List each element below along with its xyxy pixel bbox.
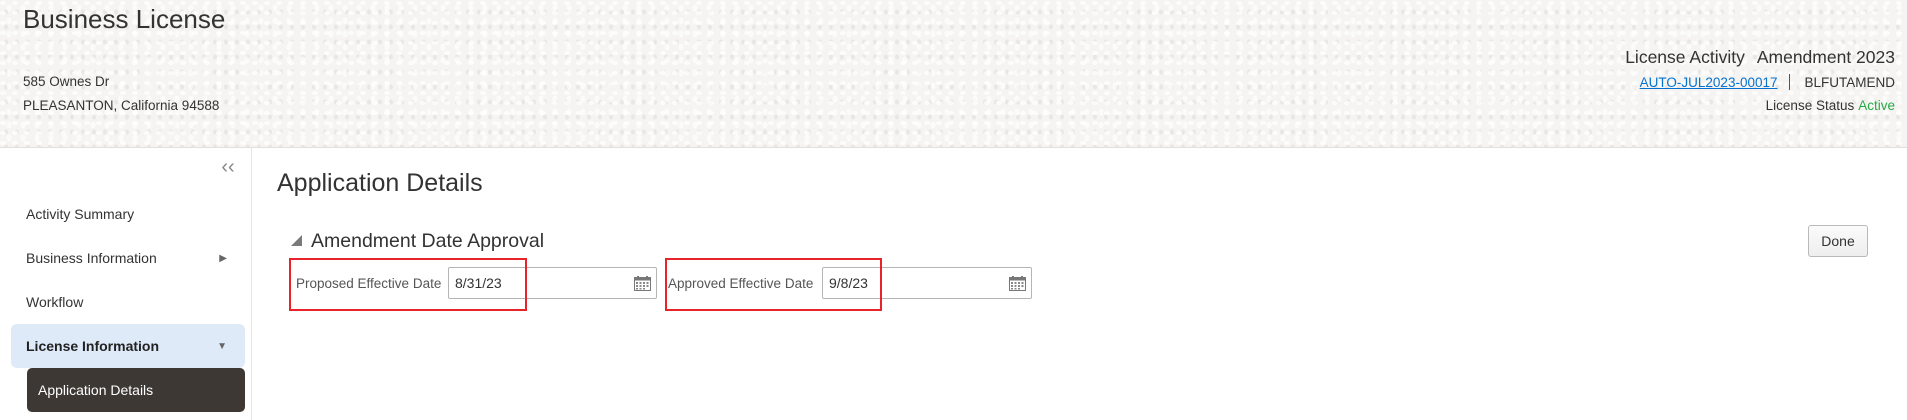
- double-chevron-left-icon[interactable]: ‹‹: [218, 157, 238, 178]
- sidebar-item-business-information[interactable]: Business Information ▶: [11, 236, 245, 280]
- calendar-icon[interactable]: [1009, 276, 1026, 291]
- app-title: Business License: [23, 4, 226, 34]
- highlight-box-approved-date: [665, 258, 882, 311]
- sidebar-item-label: Activity Summary: [26, 206, 135, 222]
- divider: [1789, 74, 1791, 90]
- section-title[interactable]: Amendment Date Approval: [311, 230, 544, 253]
- activity-type: Amendment 2023: [1756, 47, 1895, 67]
- sidebar-item-license-information[interactable]: License Information ▼: [11, 324, 245, 368]
- sidebar-item-label: License Information: [26, 338, 160, 354]
- license-activity: License Activity Amendment 2023: [1625, 47, 1895, 68]
- sidebar-item-workflow[interactable]: Workflow: [11, 280, 245, 324]
- license-status: License Status Active: [1766, 98, 1895, 113]
- address-line-2: PLEASANTON, California 94588: [23, 98, 220, 113]
- sidebar-item-label: Business Information: [26, 250, 157, 266]
- sidebar-item-application-details[interactable]: Application Details: [27, 368, 245, 412]
- page-title: Application Details: [277, 169, 483, 197]
- chevron-down-icon: ▼: [217, 340, 227, 352]
- collapse-triangle-icon[interactable]: [291, 235, 302, 246]
- chevron-right-icon: ▶: [219, 252, 227, 264]
- sidebar-item-activity-summary[interactable]: Activity Summary: [11, 192, 245, 236]
- calendar-icon[interactable]: [634, 276, 651, 291]
- address-line-1: 585 Ownes Dr: [23, 74, 110, 89]
- sidebar-item-label: Workflow: [26, 294, 84, 310]
- sidebar-item-label: Application Details: [38, 382, 154, 398]
- reference-number-link[interactable]: AUTO-JUL2023-00017: [1640, 75, 1778, 90]
- done-button[interactable]: Done: [1808, 225, 1868, 257]
- sidebar-nav: ‹‹ Activity Summary Business Information…: [0, 148, 252, 420]
- status-value: Active: [1858, 98, 1895, 113]
- status-label: License Status: [1765, 98, 1855, 113]
- page-header: Business License 585 Ownes Dr PLEASANTON…: [0, 0, 1907, 148]
- highlight-box-proposed-date: [289, 258, 527, 311]
- reference-code: BLFUTAMEND: [1804, 74, 1895, 90]
- reference-row: AUTO-JUL2023-00017 BLFUTAMEND: [1640, 74, 1895, 90]
- activity-label: License Activity: [1625, 47, 1745, 67]
